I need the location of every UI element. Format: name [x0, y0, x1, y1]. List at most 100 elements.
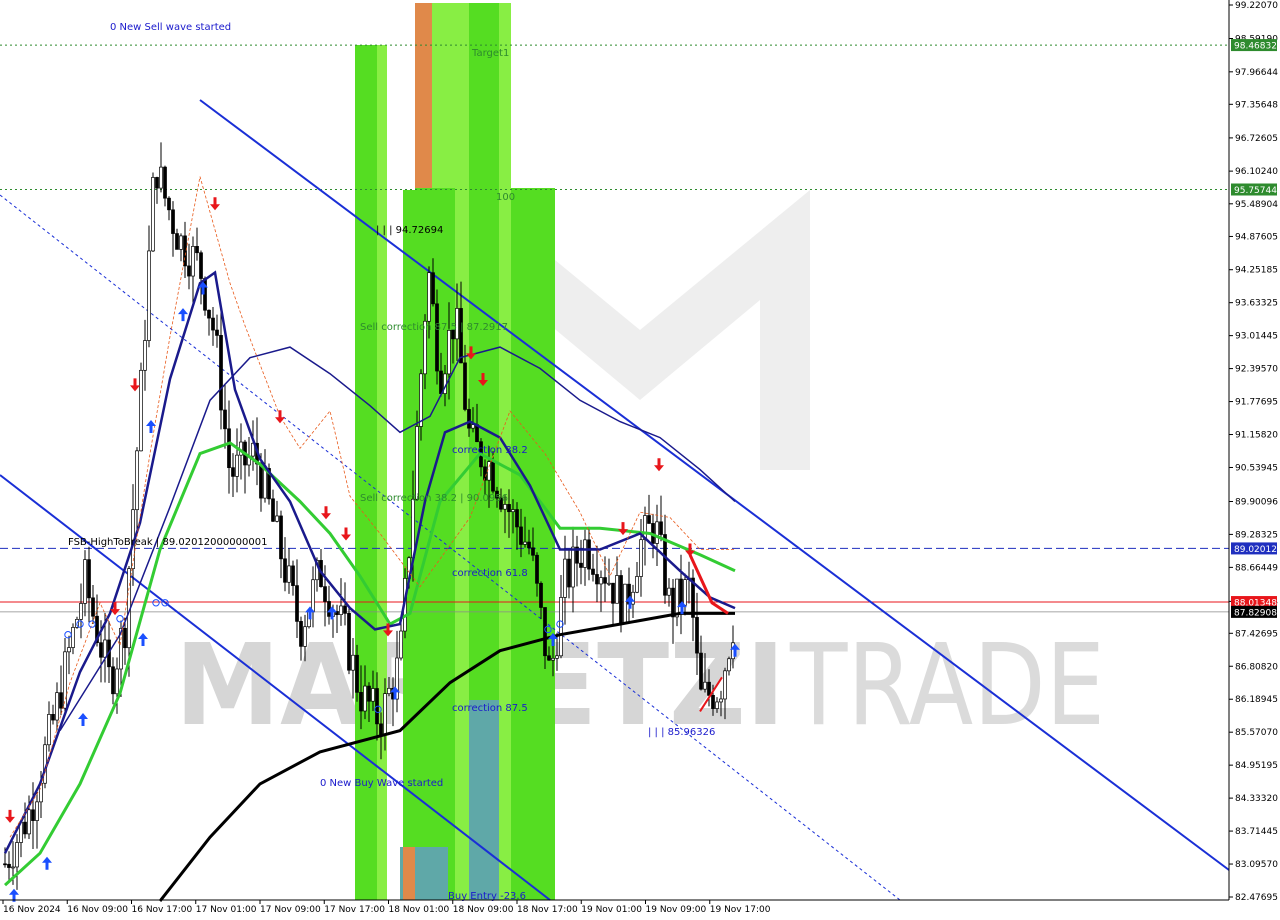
candle-body	[263, 468, 267, 499]
candle-body	[483, 466, 487, 481]
time-axis-label: 19 Nov 17:00	[710, 905, 771, 915]
candle-body	[555, 655, 559, 659]
chart-annotation: Target1	[471, 48, 509, 59]
candle-body	[671, 587, 675, 618]
zone-band-green	[355, 45, 377, 900]
price-axis-label: 88.66449	[1235, 563, 1278, 573]
candle-body	[87, 559, 91, 599]
candle-body	[635, 576, 639, 593]
zone-band-green	[432, 3, 455, 188]
chart-annotation: correction 61.8	[452, 568, 528, 579]
candle-body	[435, 303, 439, 372]
price-axis-label: 89.90096	[1235, 497, 1278, 507]
candle-body	[723, 670, 727, 700]
chart-annotation: correction 87.5	[452, 703, 528, 714]
candle-body	[447, 330, 451, 375]
candle-body	[59, 692, 63, 709]
candle-body	[147, 250, 151, 341]
candle-body	[491, 461, 495, 492]
zone-band-orange	[403, 847, 415, 900]
candle-body	[283, 558, 287, 583]
price-axis-label: 82.47695	[1235, 893, 1278, 903]
price-tag-label: 89.02012	[1234, 545, 1277, 555]
time-axis-label: 19 Nov 09:00	[646, 905, 707, 915]
candle-body	[279, 515, 283, 560]
candle-body	[695, 617, 699, 654]
candle-body	[571, 546, 575, 588]
candle-body	[103, 639, 107, 658]
candle-body	[703, 681, 707, 690]
candle-body	[615, 575, 619, 604]
candle-body	[503, 504, 507, 510]
chart-annotation: | | | 94.72694	[376, 225, 443, 236]
price-axis-label: 85.57070	[1235, 728, 1278, 738]
candle-body	[707, 681, 711, 696]
candle-body	[51, 714, 55, 721]
candle-body	[715, 701, 719, 709]
candle-body	[647, 515, 651, 524]
candle-body	[187, 265, 191, 277]
price-axis-label: 89.28325	[1235, 530, 1278, 540]
candle-body	[591, 568, 595, 575]
candle-body	[699, 652, 703, 690]
price-chart[interactable]: MARKETZI TRADE 0 New Sell wave startedTa…	[0, 0, 1280, 920]
candle-body	[323, 586, 327, 602]
candle-body	[151, 177, 155, 252]
candle-body	[419, 373, 423, 427]
candle-body	[523, 541, 527, 545]
price-axis-label: 83.09570	[1235, 860, 1278, 870]
candle-body	[611, 582, 615, 604]
candle-body	[287, 565, 291, 583]
candle-body	[639, 539, 643, 577]
candle-body	[463, 362, 467, 410]
time-axis-label: 16 Nov 09:00	[67, 905, 128, 915]
price-tag-label: 87.82908	[1234, 608, 1277, 618]
candle-body	[599, 577, 603, 585]
candle-body	[91, 597, 95, 617]
candle-body	[459, 308, 463, 364]
candle-body	[619, 575, 623, 625]
price-axis-label: 91.77695	[1235, 398, 1278, 408]
candle-body	[227, 428, 231, 469]
price-axis-label: 93.01445	[1235, 332, 1278, 342]
candle-body	[79, 603, 83, 620]
candle-body	[155, 177, 159, 189]
candle-body	[623, 583, 627, 625]
candle-body	[511, 509, 515, 513]
price-tag-label: 95.75744	[1234, 186, 1277, 196]
candle-body	[223, 409, 227, 430]
candle-body	[551, 657, 555, 661]
candle-body	[159, 166, 163, 189]
candle-body	[547, 655, 551, 661]
candle-body	[363, 685, 367, 712]
candle-body	[143, 340, 147, 371]
candle-body	[199, 252, 203, 279]
candle-body	[139, 369, 143, 452]
candle-body	[343, 605, 347, 614]
price-axis-label: 99.22070	[1235, 1, 1278, 11]
zone-band-green	[415, 188, 455, 900]
candle-body	[359, 691, 363, 712]
time-axis-label: 16 Nov 17:00	[132, 905, 193, 915]
candle-body	[399, 630, 403, 659]
candle-body	[711, 694, 715, 709]
price-tag-label: 98.46832	[1234, 42, 1277, 52]
candle-body	[275, 515, 279, 522]
price-axis-label: 97.96644	[1235, 68, 1278, 78]
candle-body	[607, 582, 611, 585]
price-axis-label: 91.15820	[1235, 431, 1278, 441]
chart-annotation: Sell correction 38.2 | 90.0956	[360, 493, 508, 504]
candle-body	[383, 693, 387, 736]
candle-body	[15, 842, 19, 868]
candle-body	[467, 409, 471, 429]
candle-body	[371, 688, 375, 702]
candle-body	[167, 197, 171, 211]
candle-body	[379, 723, 383, 736]
candle-body	[535, 554, 539, 584]
candle-body	[135, 450, 139, 511]
chart-annotation: 100	[496, 192, 515, 203]
candle-body	[487, 461, 491, 481]
candle-body	[439, 370, 443, 394]
candle-body	[663, 534, 667, 596]
candle-body	[347, 612, 351, 671]
